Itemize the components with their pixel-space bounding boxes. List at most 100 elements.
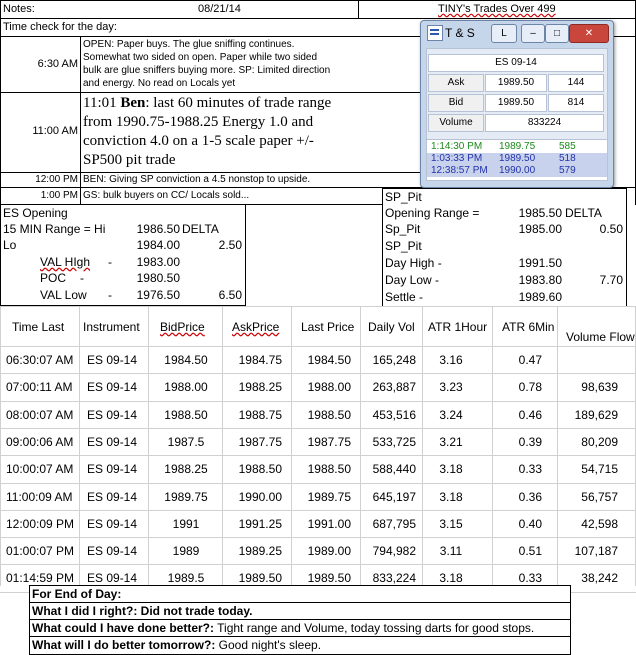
- grid-line: [0, 428, 636, 429]
- grid-line: [358, 0, 359, 18]
- column-header[interactable]: ATR 1Hour: [428, 320, 487, 334]
- table-cell: 07:00:11 AM: [6, 380, 73, 394]
- val-high-value: 1983.00: [136, 255, 180, 269]
- table-cell: 1989.50: [238, 571, 282, 585]
- trade-feed-list[interactable]: 1:14:30 PM 1989.75 585 1:03:33 PM 1989.5…: [426, 139, 608, 181]
- table-cell: 189,629: [574, 408, 618, 422]
- maximize-icon: □: [553, 28, 561, 39]
- table-cell: 3.16: [439, 353, 463, 367]
- grid-line: [0, 401, 636, 402]
- table-cell: 1984.50: [307, 353, 351, 367]
- review-line: What could I have done better?: Tight ra…: [32, 621, 535, 635]
- table-cell: 1989.5: [167, 571, 205, 585]
- bid-price: 1989.50: [485, 94, 547, 112]
- grid-line: [0, 510, 636, 511]
- column-header[interactable]: Time Last: [12, 320, 64, 334]
- table-cell: 1988.50: [164, 408, 208, 422]
- day-low-value: 1983.80: [518, 273, 562, 287]
- close-button[interactable]: ✕: [569, 24, 609, 43]
- grid-line: [80, 36, 81, 205]
- trade-price: 1989.75: [499, 141, 536, 152]
- table-cell: ES 09-14: [87, 435, 138, 449]
- range-hi-value: 1986.50: [136, 222, 180, 236]
- table-cell: 1991.00: [307, 517, 351, 531]
- trade-feed-row: 12:38:57 PM 1990.00 579: [427, 165, 607, 177]
- table-cell: 3.18: [439, 462, 463, 476]
- review-line: What I did I right?: Did not trade today…: [32, 604, 253, 618]
- table-cell: 06:30:07 AM: [6, 353, 74, 367]
- table-cell: 56,757: [581, 490, 618, 504]
- table-cell: 1988.00: [164, 380, 208, 394]
- table-cell: 645,197: [372, 490, 416, 504]
- maximize-button[interactable]: □: [545, 24, 569, 43]
- table-cell: 1988.25: [164, 462, 208, 476]
- table-cell: 80,209: [581, 435, 618, 449]
- column-header[interactable]: BidPrice: [160, 320, 205, 334]
- table-cell: 1987.75: [307, 435, 351, 449]
- table-cell: ES 09-14: [87, 462, 138, 476]
- val-delta-value: 6.50: [218, 288, 242, 302]
- table-cell: 794,982: [372, 544, 416, 558]
- grid-line: [245, 205, 246, 306]
- column-header[interactable]: Last Price: [301, 320, 354, 334]
- delta-label: DELTA: [182, 222, 219, 236]
- column-header[interactable]: AskPrice: [232, 320, 279, 334]
- grid-line: [557, 306, 558, 586]
- table-cell: 0.78: [518, 380, 542, 394]
- table-cell: 01:00:07 PM: [6, 544, 75, 558]
- val-low-label: VAL Low: [40, 288, 87, 302]
- table-cell: 1988.75: [238, 408, 282, 422]
- ask-price: 1989.50: [485, 74, 547, 92]
- table-cell: 3.21: [439, 435, 463, 449]
- note-text: GS: bulk buyers on CC/ Locals sold...: [83, 190, 250, 201]
- grid-line: [0, 455, 636, 456]
- sp-pit-title: SP_Pit: [385, 190, 422, 204]
- table-cell: 1988.50: [307, 462, 351, 476]
- delta-value: 2.50: [218, 238, 242, 252]
- day-high-label: Day High -: [385, 256, 442, 270]
- grid-line: [0, 564, 636, 565]
- table-cell: 10:00:07 AM: [6, 462, 74, 476]
- trade-price: 1989.50: [499, 153, 536, 164]
- dash: -: [80, 271, 84, 285]
- table-cell: 0.46: [518, 408, 542, 422]
- note-text: OPEN: Paper buys. The glue sniffing cont…: [83, 39, 331, 89]
- note-time: 1:00 PM: [40, 190, 78, 201]
- table-cell: 38,242: [581, 571, 618, 585]
- day-high-value: 1991.50: [518, 256, 562, 270]
- column-header[interactable]: ATR 6Min: [502, 320, 554, 334]
- table-cell: 0.39: [518, 435, 542, 449]
- table-cell: 107,187: [574, 544, 618, 558]
- sheet-title: TINY's Trades Over 499: [438, 3, 556, 15]
- table-cell: 42,598: [581, 517, 618, 531]
- bid-size: 814: [548, 94, 604, 112]
- notes-label: Notes:: [3, 3, 35, 15]
- table-cell: 1989.00: [307, 544, 351, 558]
- time-check-label: Time check for the day:: [3, 21, 117, 33]
- minimize-button[interactable]: –: [521, 24, 545, 43]
- note-time: 11:00 AM: [32, 125, 78, 137]
- table-cell: 1991: [172, 517, 200, 531]
- time-and-sales-window[interactable]: T & S L – □ ✕ ES 09-14 Ask 1989.50 144 B…: [420, 20, 614, 188]
- table-cell: 533,725: [372, 435, 416, 449]
- note-text: 11:01 Ben: last 60 minutes of trade rang…: [83, 95, 332, 168]
- column-header[interactable]: Instrument: [83, 320, 140, 334]
- table-cell: 1991.25: [238, 517, 282, 531]
- column-header[interactable]: Daily Vol: [368, 320, 415, 334]
- review-line: What will I do better tomorrow?: Good ni…: [32, 638, 322, 652]
- grid-line: [79, 306, 80, 586]
- trade-time: 1:14:30 PM: [431, 141, 483, 152]
- column-header[interactable]: Volume Flow: [566, 330, 635, 344]
- table-cell: 54,715: [581, 462, 618, 476]
- sp-pit-delta: 0.50: [599, 222, 623, 236]
- table-cell: 263,887: [372, 380, 416, 394]
- trade-size: 579: [559, 165, 576, 176]
- table-cell: 08:00:07 AM: [6, 408, 74, 422]
- table-cell: ES 09-14: [87, 408, 138, 422]
- link-tab-button[interactable]: L: [491, 24, 517, 43]
- table-cell: 3.18: [439, 571, 463, 585]
- window-title: T & S: [445, 26, 475, 40]
- day-low-label: Day Low -: [385, 273, 440, 287]
- table-cell: 1989.25: [238, 544, 282, 558]
- table-cell: 3.15: [439, 517, 463, 531]
